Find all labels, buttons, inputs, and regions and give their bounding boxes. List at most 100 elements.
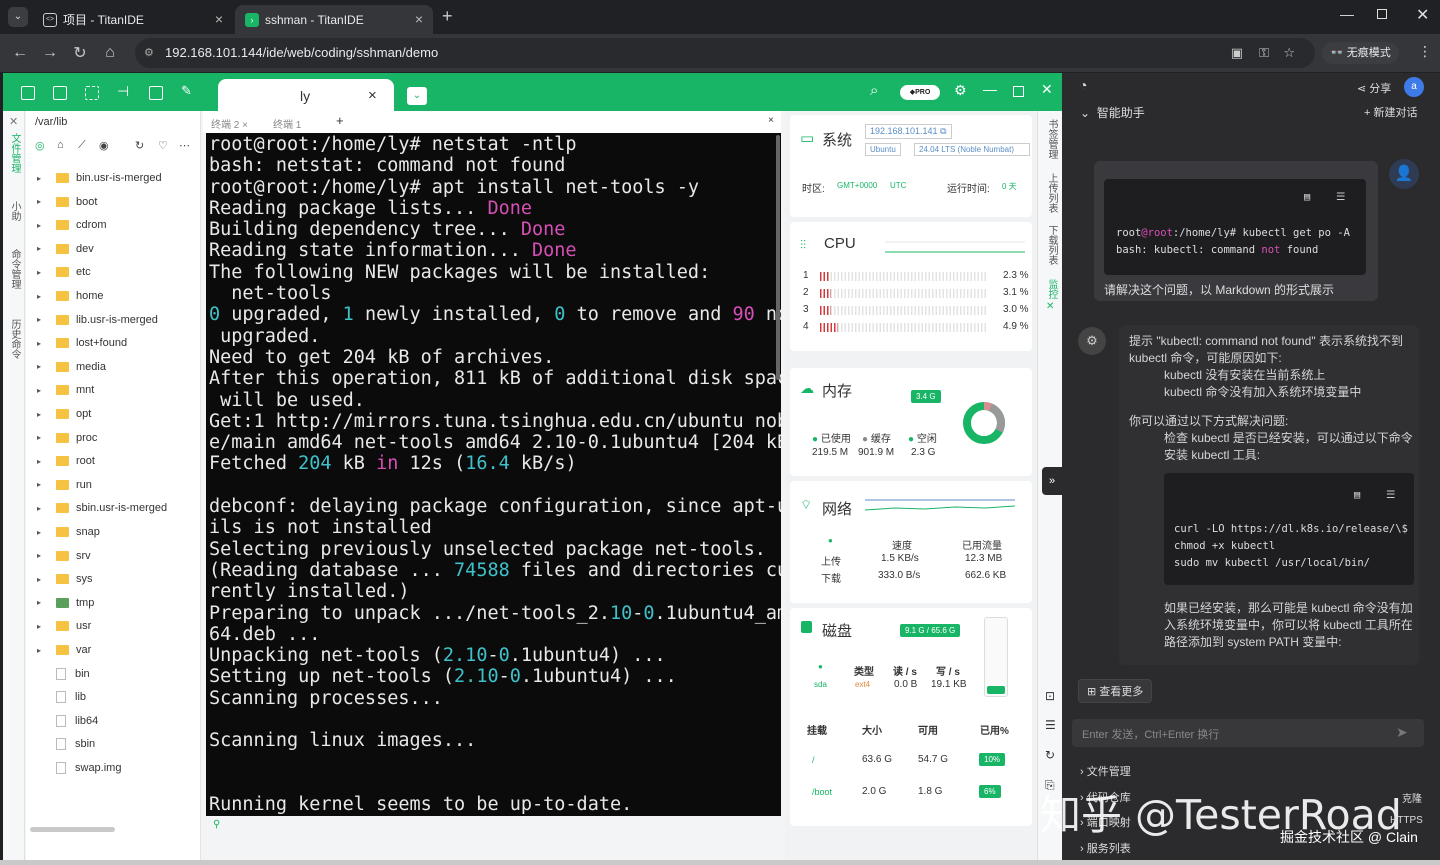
tree-item[interactable]: ▸ lost+found <box>26 332 196 354</box>
chevron-right-icon[interactable]: ▸ <box>32 268 46 277</box>
star-icon[interactable]: ☆ <box>1283 38 1295 68</box>
chevron-right-icon[interactable]: ▸ <box>32 362 46 371</box>
tree-item[interactable]: lib64 <box>26 710 196 732</box>
path-input[interactable]: /var/lib <box>35 116 67 128</box>
home-icon[interactable]: ⌂ <box>95 44 125 62</box>
send-icon[interactable]: ➤ <box>1396 724 1408 741</box>
menu-icon[interactable]: ⋮ <box>1418 43 1432 60</box>
site-info-icon[interactable]: ⚙ <box>144 38 154 68</box>
menu-item[interactable]: › 服务列表 <box>1080 840 1131 856</box>
key-icon[interactable]: ⚿ <box>1259 38 1269 68</box>
copy-icon[interactable]: ▤ <box>1354 487 1360 504</box>
tree-item[interactable]: ▸ sbin.usr-is-merged <box>26 497 196 519</box>
tree-item[interactable]: ▸ proc <box>26 427 196 449</box>
palette-icon[interactable]: ◔ <box>1079 77 1087 93</box>
tree-item[interactable]: ▸ opt <box>26 403 196 425</box>
chat-input[interactable]: Enter 发送，Ctrl+Enter 换行 ➤ <box>1072 719 1424 747</box>
add-term-icon[interactable]: + <box>336 113 344 128</box>
refresh-icon[interactable]: ↻ <box>135 139 144 152</box>
url-input[interactable]: ⚙ 192.168.101.144/ide/web/coding/sshman/… <box>135 38 1315 68</box>
tree-item[interactable]: ▸ srv <box>26 545 196 567</box>
tree-item[interactable]: ▸ usr <box>26 615 196 637</box>
chevron-right-icon[interactable]: ▸ <box>32 174 46 183</box>
home-icon[interactable]: ⌂ <box>57 139 64 151</box>
menu-item[interactable]: › 文件管理 <box>1080 763 1131 779</box>
minimize-icon[interactable]: — <box>1340 6 1354 22</box>
search-icon[interactable]: ⌕ <box>870 82 878 99</box>
pin-icon[interactable]: ✎ <box>181 83 192 99</box>
list-icon[interactable]: ☰ <box>1045 718 1056 732</box>
tree-item[interactable]: ▸ snap <box>26 521 196 543</box>
back-icon[interactable]: ← <box>5 44 35 62</box>
tree-item[interactable]: ▸ root <box>26 450 196 472</box>
tree-item[interactable]: ▸ mnt <box>26 379 196 401</box>
rail-commands[interactable]: 命令管理 <box>7 249 22 289</box>
tree-item[interactable]: ▸ cdrom <box>26 214 196 236</box>
terminal-icon[interactable] <box>21 86 35 100</box>
chevron-right-icon[interactable]: ▸ <box>32 292 46 301</box>
chevron-right-icon[interactable]: ▸ <box>32 622 46 631</box>
close-icon[interactable]: × <box>768 115 774 126</box>
terminal-output[interactable]: root@root:/home/ly# netstat -ntlp bash: n… <box>206 133 781 816</box>
grid-icon[interactable] <box>85 86 99 100</box>
term-tab-1[interactable]: 终端 1 <box>273 116 301 131</box>
chevron-right-icon[interactable]: ▸ <box>32 575 46 584</box>
close-icon[interactable]: × <box>368 87 377 104</box>
chevron-right-icon[interactable]: ▸ <box>32 386 46 395</box>
chevron-right-icon[interactable]: ▸ <box>32 528 46 537</box>
tree-item[interactable]: ▸ sys <box>26 568 196 590</box>
list-icon[interactable] <box>149 86 163 100</box>
copy-icon[interactable]: ▤ <box>1304 189 1310 206</box>
browser-tab-projects[interactable]: <> 项目 - TitanIDE × <box>33 5 233 34</box>
more-icon[interactable]: ⋯ <box>179 139 190 152</box>
tree-item[interactable]: ▸ dev <box>26 238 196 260</box>
target-icon[interactable]: ◎ <box>35 139 45 152</box>
chevron-right-icon[interactable]: ▸ <box>32 433 46 442</box>
chevron-right-icon[interactable]: ▸ <box>32 197 46 206</box>
tree-item[interactable]: ▸ lib.usr-is-merged <box>26 309 196 331</box>
maximize-icon[interactable] <box>1377 9 1387 19</box>
refresh-icon[interactable]: ↻ <box>1045 748 1055 762</box>
more-button[interactable]: ⊞ 查看更多 <box>1078 679 1153 703</box>
copy-icon[interactable]: ⧉ <box>940 126 946 136</box>
heart-icon[interactable]: ♡ <box>158 139 168 152</box>
add-tab-dropdown[interactable]: ⌄ <box>407 87 427 105</box>
tree-item[interactable]: sbin <box>26 733 196 755</box>
tree-item[interactable]: ▸ etc <box>26 261 196 283</box>
chevron-right-icon[interactable]: ▸ <box>32 480 46 489</box>
scrollbar[interactable] <box>30 827 115 832</box>
tree-item[interactable]: swap.img <box>26 757 196 779</box>
chevron-right-icon[interactable]: ▸ <box>32 646 46 655</box>
tree-item[interactable]: ▸ tmp <box>26 592 196 614</box>
chevron-right-icon[interactable]: ▸ <box>32 504 46 513</box>
chevron-right-icon[interactable]: ▸ <box>32 339 46 348</box>
avatar[interactable]: a <box>1404 77 1424 97</box>
term-tab-2[interactable]: 终端 2 × <box>211 116 248 131</box>
panel-icon[interactable]: ⊡ <box>1045 689 1055 703</box>
chevron-right-icon[interactable]: ▸ <box>32 315 46 324</box>
split-icon[interactable]: ⊣ <box>117 83 129 100</box>
tree-item[interactable]: ▸ home <box>26 285 196 307</box>
wrap-icon[interactable]: ☰ <box>1336 189 1345 206</box>
incognito-badge[interactable]: 👓 无痕模式 <box>1322 42 1399 64</box>
close-icon[interactable]: ✕ <box>1041 81 1053 98</box>
rail-history[interactable]: 历史命令 <box>7 319 22 359</box>
chevron-right-icon[interactable]: ▸ <box>32 244 46 253</box>
tree-item[interactable]: bin <box>26 663 196 685</box>
tab-ly[interactable]: ly × <box>218 79 394 111</box>
chevron-right-icon[interactable]: ▸ <box>32 551 46 560</box>
edit-icon[interactable]: ⟋ <box>78 139 86 152</box>
collapse-handle[interactable]: » <box>1042 467 1062 495</box>
close-icon[interactable]: × <box>415 11 423 27</box>
ip-badge[interactable]: 192.168.101.141 ⧉ <box>865 124 952 139</box>
close-icon[interactable]: ✕ <box>9 115 18 128</box>
rail-monitor[interactable]: 监控 <box>1044 279 1059 299</box>
assistant-title[interactable]: ⌄ 智能助手 <box>1080 104 1145 121</box>
file-icon[interactable] <box>53 86 67 100</box>
chevron-right-icon[interactable]: ▸ <box>32 598 46 607</box>
chevron-right-icon[interactable]: ▸ <box>32 410 46 419</box>
forward-icon[interactable]: → <box>35 44 65 62</box>
chevron-right-icon[interactable]: ▸ <box>32 457 46 466</box>
terminal-scrollbar[interactable] <box>776 135 780 380</box>
chevron-right-icon[interactable]: ▸ <box>32 221 46 230</box>
